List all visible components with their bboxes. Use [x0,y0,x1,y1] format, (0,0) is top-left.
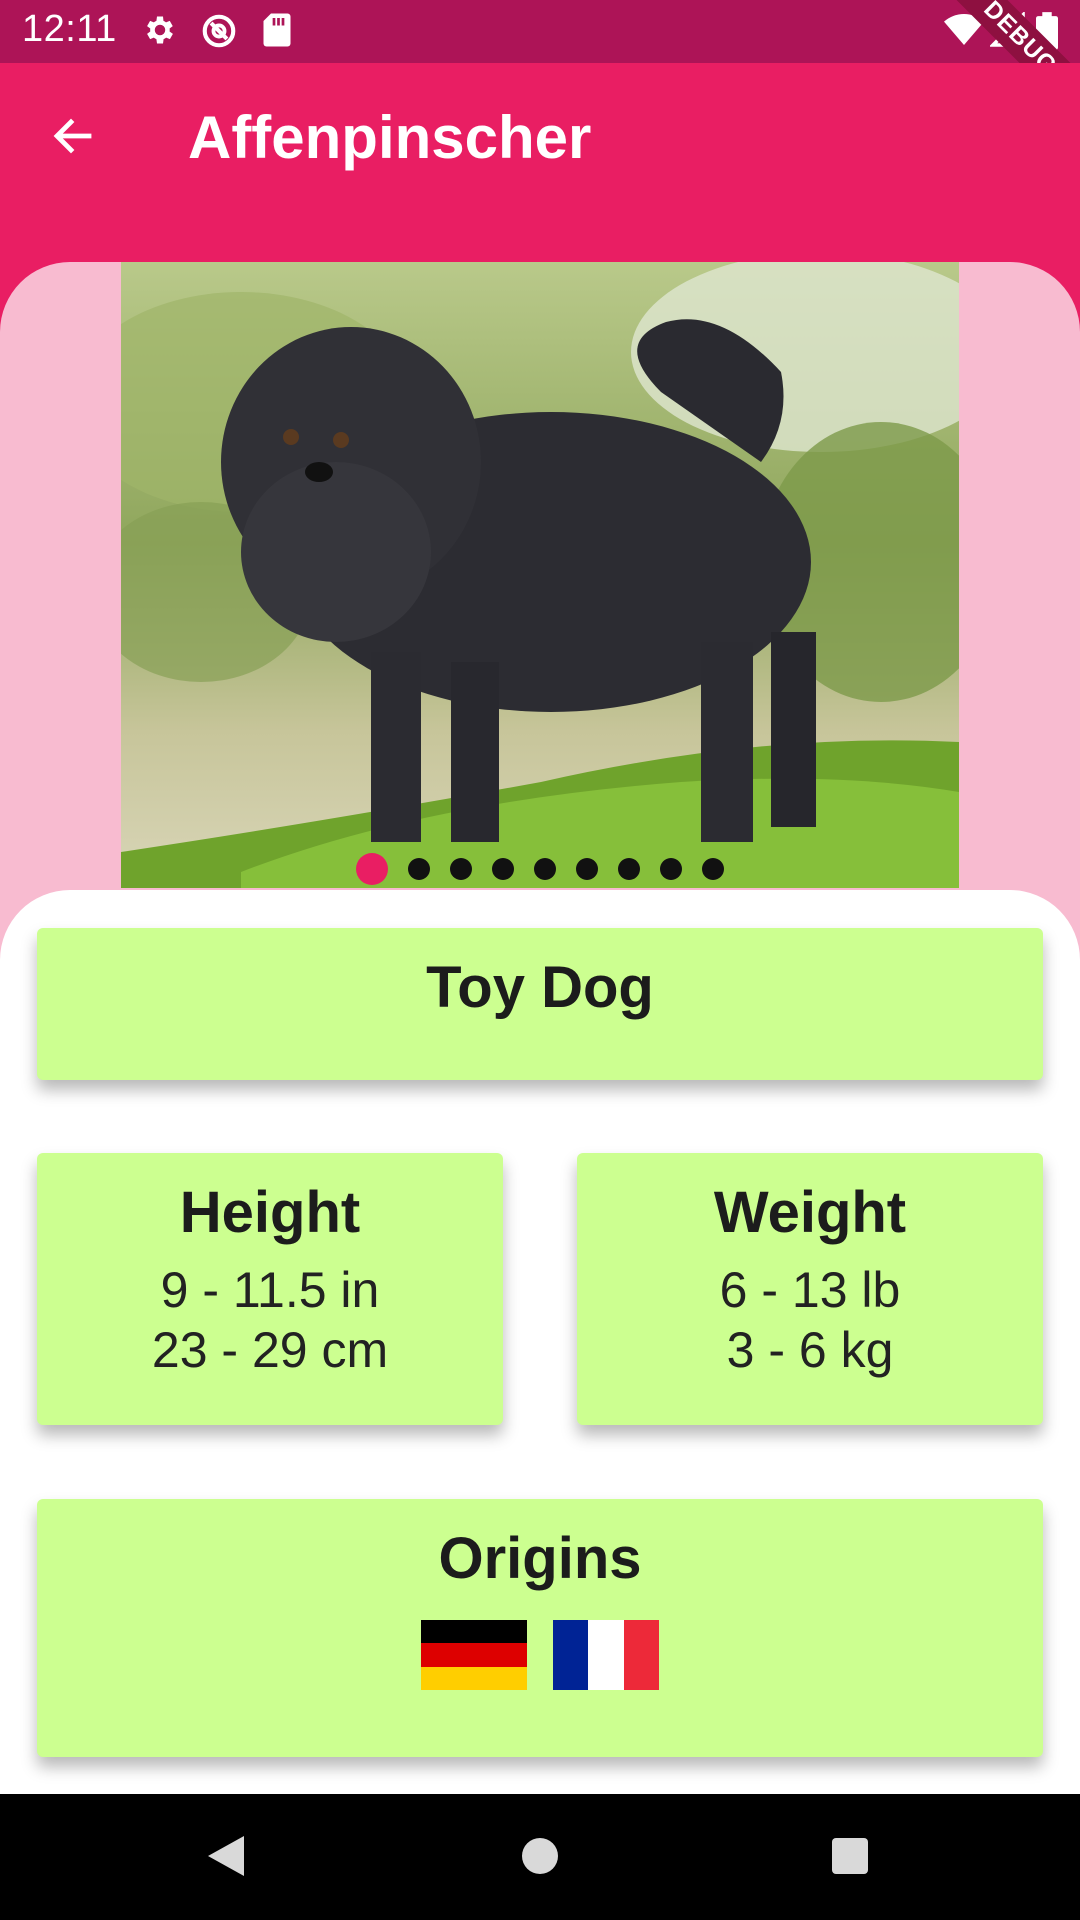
page-dot[interactable] [450,858,472,880]
page-indicator [0,853,1080,885]
sd-card-icon [262,12,292,53]
nav-back-button[interactable] [196,1830,256,1886]
nav-recents-button[interactable] [820,1830,880,1886]
page-dot[interactable] [492,858,514,880]
info-panel [0,890,1080,1794]
dog-photo[interactable] [121,262,959,888]
home-circle-icon [520,1836,560,1881]
page-dot[interactable] [534,858,556,880]
recents-square-icon [830,1836,870,1881]
page-dot[interactable] [660,858,682,880]
page-dot[interactable] [702,858,724,880]
page-dot[interactable] [408,858,430,880]
settings-icon [142,12,178,53]
system-nav-bar [0,1794,1080,1920]
page-dot[interactable] [576,858,598,880]
page-dot[interactable] [356,853,388,885]
status-time: 12:11 [22,8,117,50]
page-title: Affenpinscher [188,104,592,171]
back-button[interactable] [40,105,106,171]
arrow-back-icon [49,112,97,165]
back-triangle-icon [204,1832,248,1885]
app-bar: Affenpinscher [0,63,1080,268]
data-saver-icon [200,12,238,55]
page-dot[interactable] [618,858,640,880]
status-bar: 12:11 DEBUG [0,0,1080,136]
content-area [0,262,1080,1794]
nav-home-button[interactable] [510,1830,570,1886]
